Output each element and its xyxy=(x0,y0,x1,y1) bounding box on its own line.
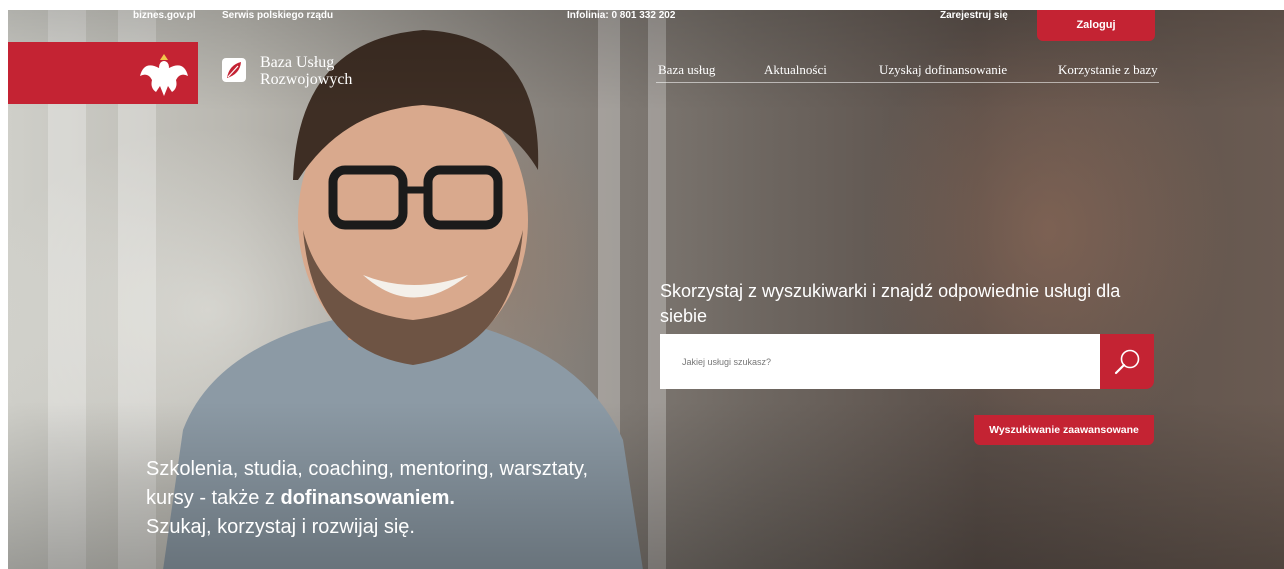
nav-aktualnosci[interactable]: Aktualności xyxy=(764,62,827,78)
bur-logo-line1: Baza Usług xyxy=(260,54,335,71)
infolinia-text: Infolinia: 0 801 332 202 xyxy=(567,10,676,21)
search-button[interactable] xyxy=(1100,334,1154,389)
nav-divider xyxy=(656,82,1159,83)
hero-line1: Szkolenia, studia, coaching, mentoring, … xyxy=(146,458,589,480)
search-heading: Skorzystaj z wyszukiwarki i znajdź odpow… xyxy=(660,281,1121,326)
biznes-gov-link[interactable]: biznes.gov.pl xyxy=(133,10,196,21)
polish-eagle-icon[interactable] xyxy=(138,50,190,100)
search-icon xyxy=(1114,349,1140,374)
advanced-search-button[interactable]: Wyszukiwanie zaawansowane xyxy=(974,415,1154,445)
top-bar: biznes.gov.pl Serwis polskiego rządu Inf… xyxy=(0,0,1284,41)
register-link[interactable]: Zarejestruj się xyxy=(940,10,1008,21)
hero-tagline: Szkolenia, studia, coaching, mentoring, … xyxy=(146,455,666,542)
leaf-icon[interactable] xyxy=(221,57,247,83)
bur-logo-line2: Rozwojowych xyxy=(260,71,353,88)
serwis-rzadu-link[interactable]: Serwis polskiego rządu xyxy=(222,10,333,21)
nav-korzystanie-z-bazy[interactable]: Korzystanie z bazy xyxy=(1058,62,1158,78)
login-button[interactable]: Zaloguj xyxy=(1037,10,1155,41)
bur-logo-text[interactable]: Baza Usług Rozwojowych xyxy=(260,54,352,88)
nav-uzyskaj-dofinansowanie[interactable]: Uzyskaj dofinansowanie xyxy=(879,62,1007,78)
hero-line2-bold: dofinansowaniem. xyxy=(280,487,455,509)
search-input[interactable] xyxy=(660,334,1100,389)
hero-line2-text: kursy - także z xyxy=(146,487,281,509)
hero-line2: kursy - także z dofinansowaniem. xyxy=(146,484,666,513)
hero-line3: Szukaj, korzystaj i rozwijaj się. xyxy=(146,516,415,538)
nav-baza-uslug[interactable]: Baza usług xyxy=(658,62,715,78)
